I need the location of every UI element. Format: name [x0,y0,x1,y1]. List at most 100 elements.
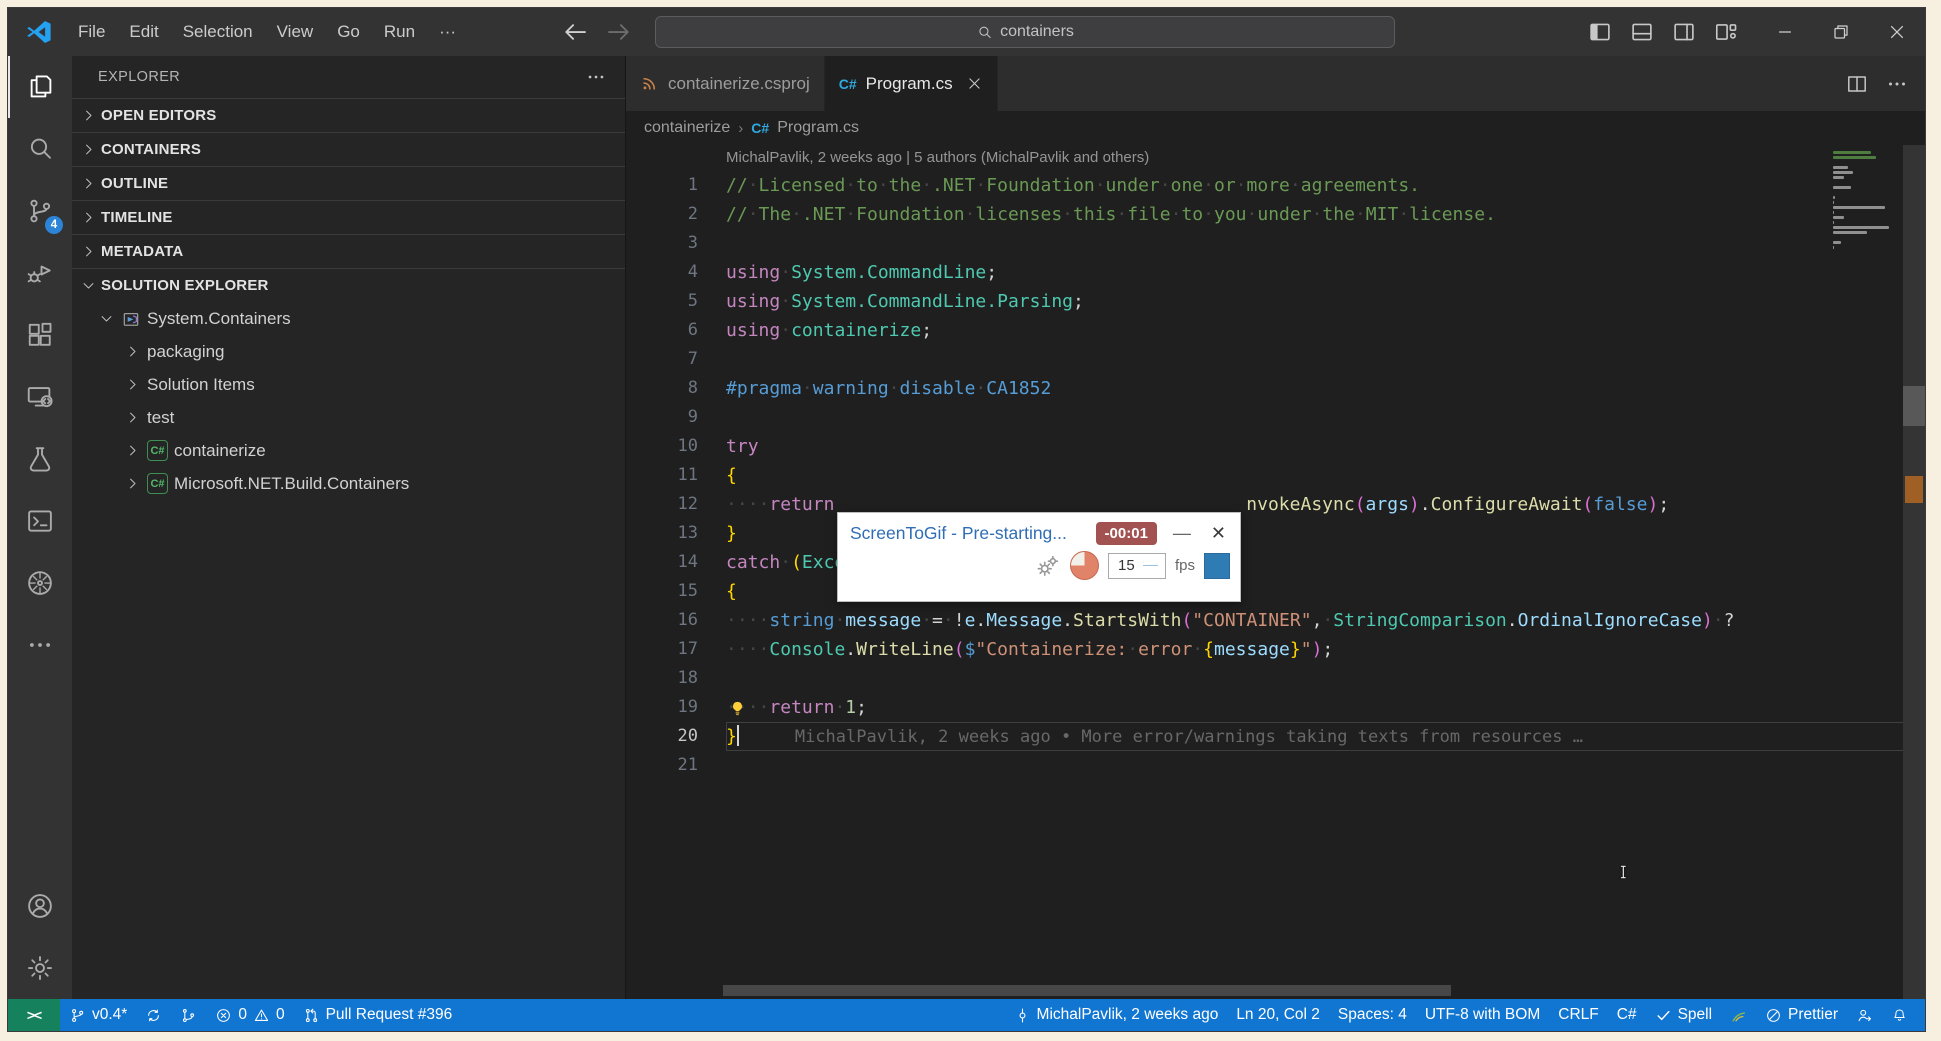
tree-item-containerize[interactable]: C#containerize [72,434,625,467]
minimap[interactable] [1833,151,1899,256]
line-number[interactable]: 18 [626,664,726,693]
code-text[interactable]: }MichalPavlik, 2 weeks ago • More error/… [726,722,1925,751]
close-button[interactable] [1869,8,1925,56]
line-number[interactable]: 17 [626,635,726,664]
section-open-editors[interactable]: OPEN EDITORS [72,98,625,132]
line-number[interactable]: 9 [626,403,726,432]
breadcrumb-item[interactable]: Program.cs [777,119,859,137]
code-text[interactable]: try [726,432,1925,461]
remote-indicator[interactable]: >< [8,999,60,1031]
code-text[interactable]: #pragma·warning·disable·CA1852 [726,374,1925,403]
menu-edit[interactable]: Edit [119,18,168,46]
section-timeline[interactable]: TIMELINE [72,200,625,234]
code-text[interactable]: using·System.CommandLine.Parsing; [726,287,1925,316]
lightbulb-icon[interactable] [728,698,747,717]
settings-gears-icon[interactable] [1035,553,1061,579]
activity-item-testing[interactable] [8,428,72,490]
line-number[interactable]: 4 [626,258,726,287]
minimize-button[interactable] [1757,8,1813,56]
activity-item-manage[interactable] [8,937,72,999]
activity-item-extensions[interactable] [8,304,72,366]
tree-item-packaging[interactable]: packaging [72,335,625,368]
tree-item-system-containers[interactable]: System.Containers [72,302,625,335]
section-containers[interactable]: CONTAINERS [72,132,625,166]
status-spell-checker[interactable]: Spell [1646,999,1721,1031]
scrollbar-thumb[interactable] [1903,386,1925,426]
code-text[interactable]: ····return·1; [726,693,1925,722]
line-number[interactable]: 19 [626,693,726,722]
breadcrumb-item[interactable]: containerize [644,119,730,137]
menu-[interactable]: ··· [429,18,466,46]
status-blame-status[interactable]: MichalPavlik, 2 weeks ago [1005,999,1228,1031]
code-text[interactable]: using·System.CommandLine; [726,258,1925,287]
layout-sidebar-left-icon[interactable] [1587,19,1613,45]
activity-item-source-control[interactable]: 4 [8,180,72,242]
code-text[interactable] [726,345,1925,374]
menu-go[interactable]: Go [327,18,370,46]
line-number[interactable]: 10 [626,432,726,461]
code-text[interactable] [726,229,1925,258]
line-number[interactable]: 13 [626,519,726,548]
code-text[interactable]: //·The·.NET·Foundation·licenses·this·fil… [726,200,1925,229]
activity-item-run-and-debug[interactable] [8,242,72,304]
restore-button[interactable] [1813,8,1869,56]
horizontal-scrollbar[interactable] [723,985,1451,996]
activity-item-additional-views[interactable] [8,614,72,676]
split-editor-icon[interactable] [1845,72,1869,96]
tab-program-cs[interactable]: C#Program.cs [825,56,998,111]
line-number[interactable]: 15 [626,577,726,606]
tree-item-test[interactable]: test [72,401,625,434]
line-number[interactable]: 21 [626,751,726,780]
section-metadata[interactable]: METADATA [72,234,625,268]
status-extension-status[interactable] [1721,999,1756,1031]
code-editor[interactable]: MichalPavlik, 2 weeks ago | 5 authors (M… [626,145,1925,999]
status-indentation[interactable]: Spaces: 4 [1329,999,1416,1031]
status-prettier[interactable]: Prettier [1756,999,1847,1031]
command-center-search[interactable]: containers [655,16,1395,48]
status-language-mode[interactable]: C# [1608,999,1646,1031]
layout-panel-icon[interactable] [1629,19,1655,45]
menu-view[interactable]: View [267,18,324,46]
line-number[interactable]: 8 [626,374,726,403]
code-text[interactable]: ····string·message·=·!e.Message.StartsWi… [726,606,1925,635]
section-outline[interactable]: OUTLINE [72,166,625,200]
section-solution-explorer[interactable]: SOLUTION EXPLORER [72,268,625,302]
line-number[interactable]: 16 [626,606,726,635]
tree-item-solution-items[interactable]: Solution Items [72,368,625,401]
activity-item-search[interactable] [8,118,72,180]
more-actions-icon[interactable] [1885,72,1909,96]
breadcrumb[interactable]: containerize›C#Program.cs [626,111,1925,145]
line-number[interactable]: 12 [626,490,726,519]
activity-item-compass[interactable] [8,552,72,614]
record-button[interactable] [1204,553,1230,579]
status-git-branch[interactable]: v0.4* [60,999,136,1031]
menu-file[interactable]: File [68,18,115,46]
code-text[interactable]: { [726,461,1925,490]
vertical-scrollbar[interactable] [1903,145,1925,999]
tree-item-microsoft-net-build-containers[interactable]: C#Microsoft.NET.Build.Containers [72,467,625,500]
dialog-minimize-button[interactable]: — [1167,523,1197,544]
dialog-close-button[interactable]: ✕ [1207,523,1230,544]
code-text[interactable]: //·Licensed·to·the·.NET·Foundation·under… [726,171,1925,200]
code-text[interactable] [726,664,1925,693]
activity-item-terminal[interactable] [8,490,72,552]
line-number[interactable]: 2 [626,200,726,229]
status-source-control-graph[interactable] [171,999,206,1031]
line-number[interactable]: 3 [626,229,726,258]
status-eol[interactable]: CRLF [1549,999,1607,1031]
line-number[interactable]: 14 [626,548,726,577]
activity-item-remote-explorer[interactable] [8,366,72,428]
status-notifications[interactable] [1882,999,1917,1031]
codelens-annotation[interactable]: MichalPavlik, 2 weeks ago | 5 authors (M… [626,145,1925,171]
explorer-more-actions-icon[interactable] [585,66,607,88]
forward-icon[interactable] [604,17,634,47]
activity-item-explorer[interactable] [8,56,72,118]
fps-input[interactable]: 15 [1108,553,1166,579]
status-feedback[interactable] [1847,999,1882,1031]
line-number[interactable]: 20 [626,722,726,751]
line-number[interactable]: 5 [626,287,726,316]
status-pull-request[interactable]: Pull Request #396 [294,999,462,1031]
layout-sidebar-right-icon[interactable] [1671,19,1697,45]
status-sync[interactable] [136,999,171,1031]
status-cursor-position[interactable]: Ln 20, Col 2 [1227,999,1329,1031]
